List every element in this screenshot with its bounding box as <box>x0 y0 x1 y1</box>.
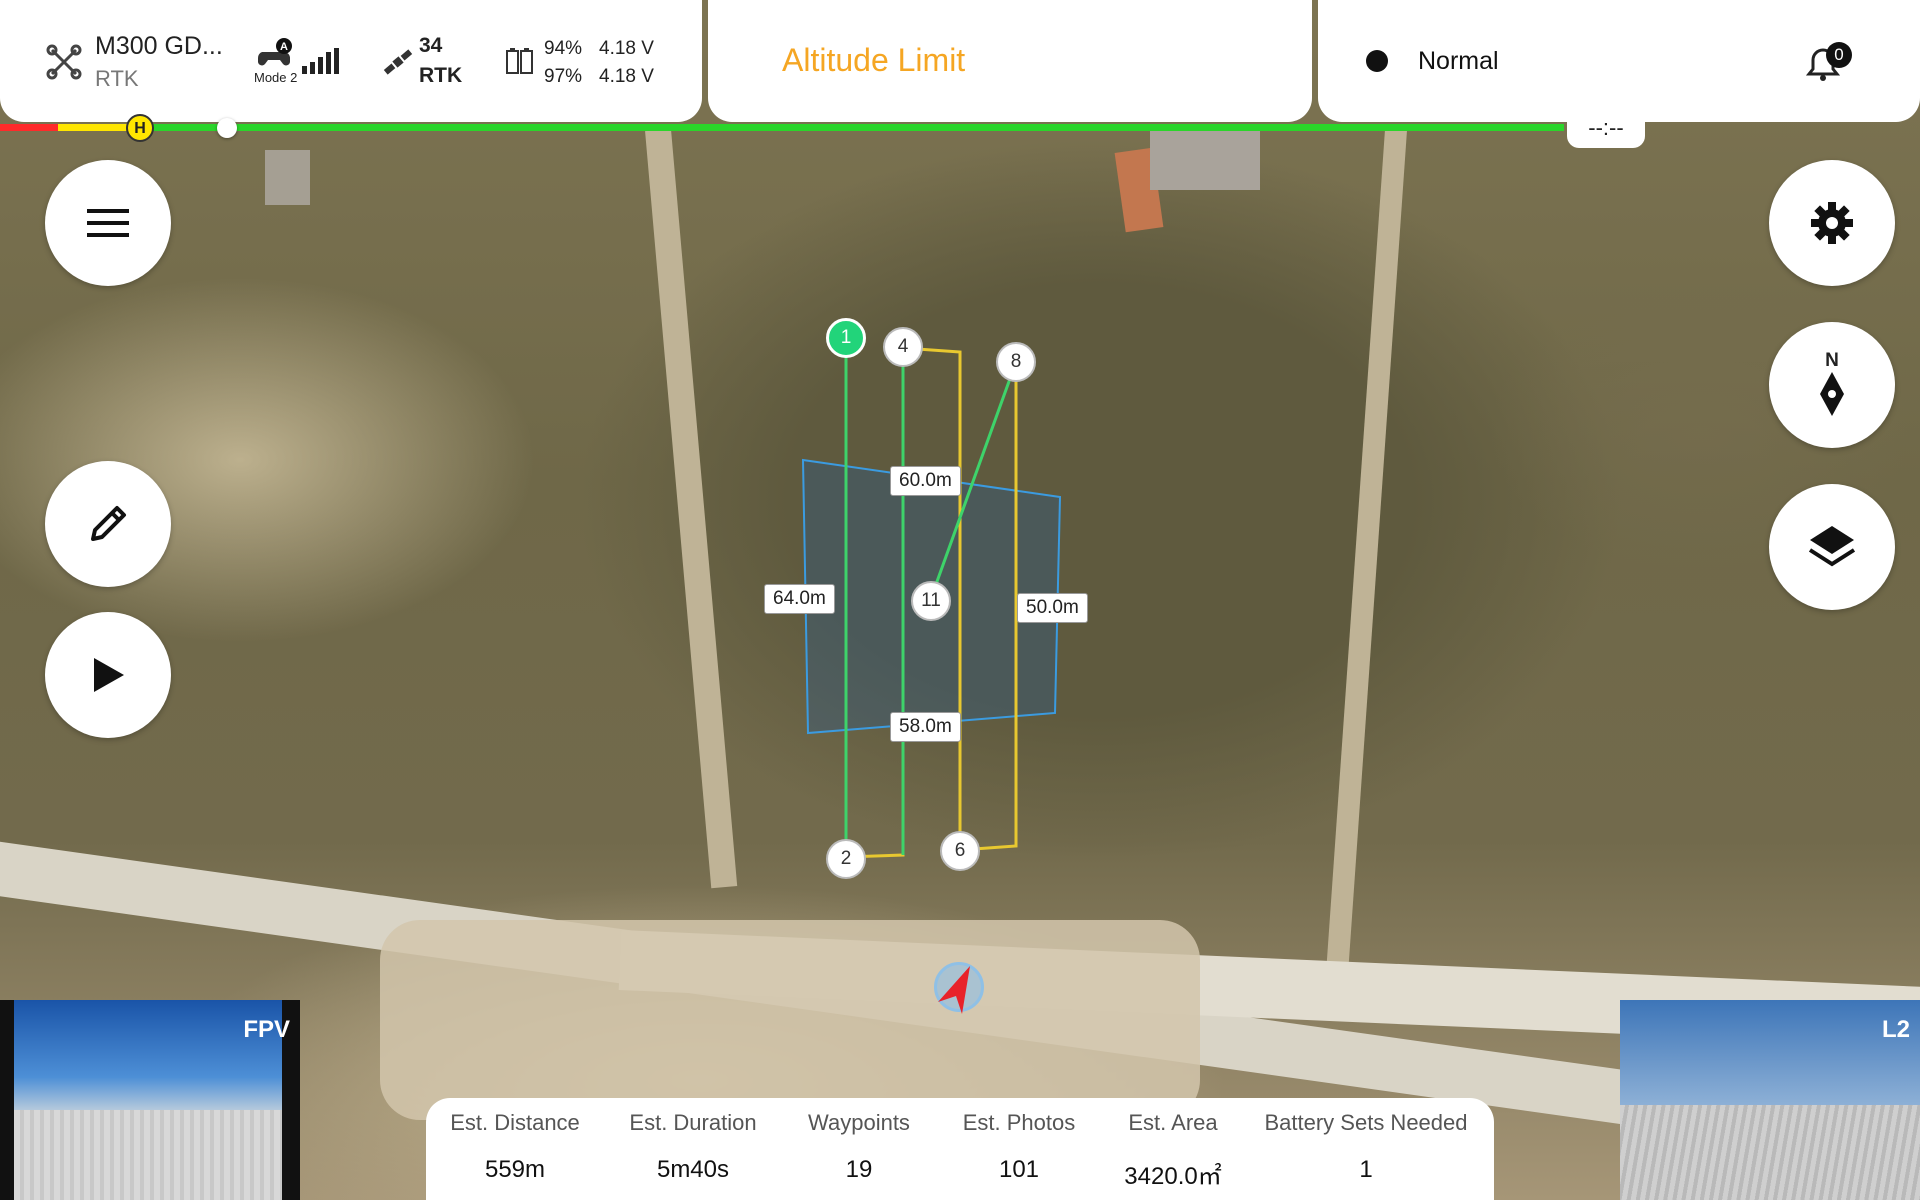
satellite-icon <box>383 49 413 75</box>
stat-label: Battery Sets Needed <box>1264 1110 1468 1135</box>
drone-icon <box>46 44 82 80</box>
l2-camera-view[interactable]: L2 <box>1620 1000 1920 1200</box>
satellite-count: 34 <box>419 34 443 57</box>
progress-bar-green <box>140 124 1564 131</box>
stat-waypoints: Waypoints 19 <box>774 1110 944 1184</box>
waypoint-4[interactable]: 4 <box>883 327 923 367</box>
fpv-sky <box>14 1000 282 1110</box>
waypoint-1[interactable]: 1 <box>826 318 866 358</box>
distance-label-bottom: 58.0m <box>890 712 961 742</box>
stat-value: 19 <box>845 1156 873 1183</box>
menu-button[interactable] <box>45 160 171 286</box>
stat-label: Est. Photos <box>962 1110 1076 1135</box>
positioning-mode: RTK <box>95 66 139 91</box>
stat-value: 1 <box>1359 1156 1373 1183</box>
stat-label: Est. Duration <box>629 1110 757 1135</box>
progress-bar-red <box>0 124 58 131</box>
svg-text:A: A <box>280 41 288 53</box>
distance-label-top: 60.0m <box>890 466 961 496</box>
distance-label-right: 50.0m <box>1017 593 1088 623</box>
fpv-label: FPV <box>243 1016 290 1043</box>
waypoint-11[interactable]: 11 <box>911 581 951 621</box>
warning-text: Altitude Limit <box>782 42 966 78</box>
edit-button[interactable] <box>45 461 171 587</box>
stat-label: Waypoints <box>808 1110 910 1135</box>
stat-est-photos: Est. Photos 101 <box>934 1110 1104 1184</box>
compass-button[interactable]: N <box>1769 322 1895 448</box>
pencil-icon <box>91 506 126 541</box>
stat-label: Est. Area <box>1128 1110 1218 1135</box>
play-icon <box>94 658 124 692</box>
battery-1-voltage: 4.18 V <box>599 38 654 59</box>
stat-battery-sets: Battery Sets Needed 1 <box>1256 1110 1476 1184</box>
layers-icon <box>1808 526 1856 567</box>
gamepad-icon: A <box>257 38 292 66</box>
stat-value: 3420.0㎡ <box>1124 1163 1222 1190</box>
battery-2-voltage: 4.18 V <box>599 66 654 87</box>
notification-count-badge: 0 <box>1826 42 1852 68</box>
menu-icon <box>87 209 129 237</box>
map-layers-button[interactable] <box>1769 484 1895 610</box>
stat-est-duration: Est. Duration 5m40s <box>608 1110 778 1184</box>
aircraft-status-panel <box>0 0 702 122</box>
time-label: --:-- <box>1567 112 1645 148</box>
battery-2-percent: 97% <box>544 66 583 87</box>
distance-label-left: 64.0m <box>764 584 835 614</box>
l2-ground <box>1620 1105 1920 1200</box>
compass-north-label: N <box>1825 350 1839 371</box>
fpv-ground <box>14 1110 282 1200</box>
satellite-type: RTK <box>419 64 463 87</box>
l2-label: L2 <box>1881 1016 1910 1043</box>
gear-icon <box>1811 202 1853 244</box>
stat-value: 559m <box>484 1156 546 1183</box>
battery-icon <box>506 48 533 74</box>
home-marker: H <box>126 114 154 142</box>
fpv-camera-view[interactable]: FPV <box>0 1000 300 1200</box>
waypoint-2[interactable]: 2 <box>826 839 866 879</box>
settings-button[interactable] <box>1769 160 1895 286</box>
controller-mode: Mode 2 <box>254 70 298 85</box>
stat-est-distance: Est. Distance 559m <box>430 1110 600 1184</box>
stat-value: 101 <box>998 1156 1040 1183</box>
waypoint-8[interactable]: 8 <box>996 342 1036 382</box>
aircraft-heading-icon <box>938 966 970 1014</box>
aircraft-name[interactable]: M300 GD... <box>95 32 223 61</box>
progress-handle[interactable] <box>217 118 237 138</box>
flight-status-text: Normal <box>1418 47 1499 75</box>
compass-icon <box>1820 372 1844 416</box>
stat-label: Est. Distance <box>450 1110 580 1135</box>
status-dot-icon <box>1366 50 1388 72</box>
waypoint-6[interactable]: 6 <box>940 831 980 871</box>
play-button[interactable] <box>45 612 171 738</box>
stat-est-area: Est. Area 3420.0㎡ <box>1088 1110 1258 1191</box>
stat-value: 5m40s <box>656 1156 730 1183</box>
signal-bars-icon <box>302 48 339 74</box>
l2-sky <box>1620 1000 1920 1105</box>
battery-1-percent: 94% <box>544 38 583 59</box>
